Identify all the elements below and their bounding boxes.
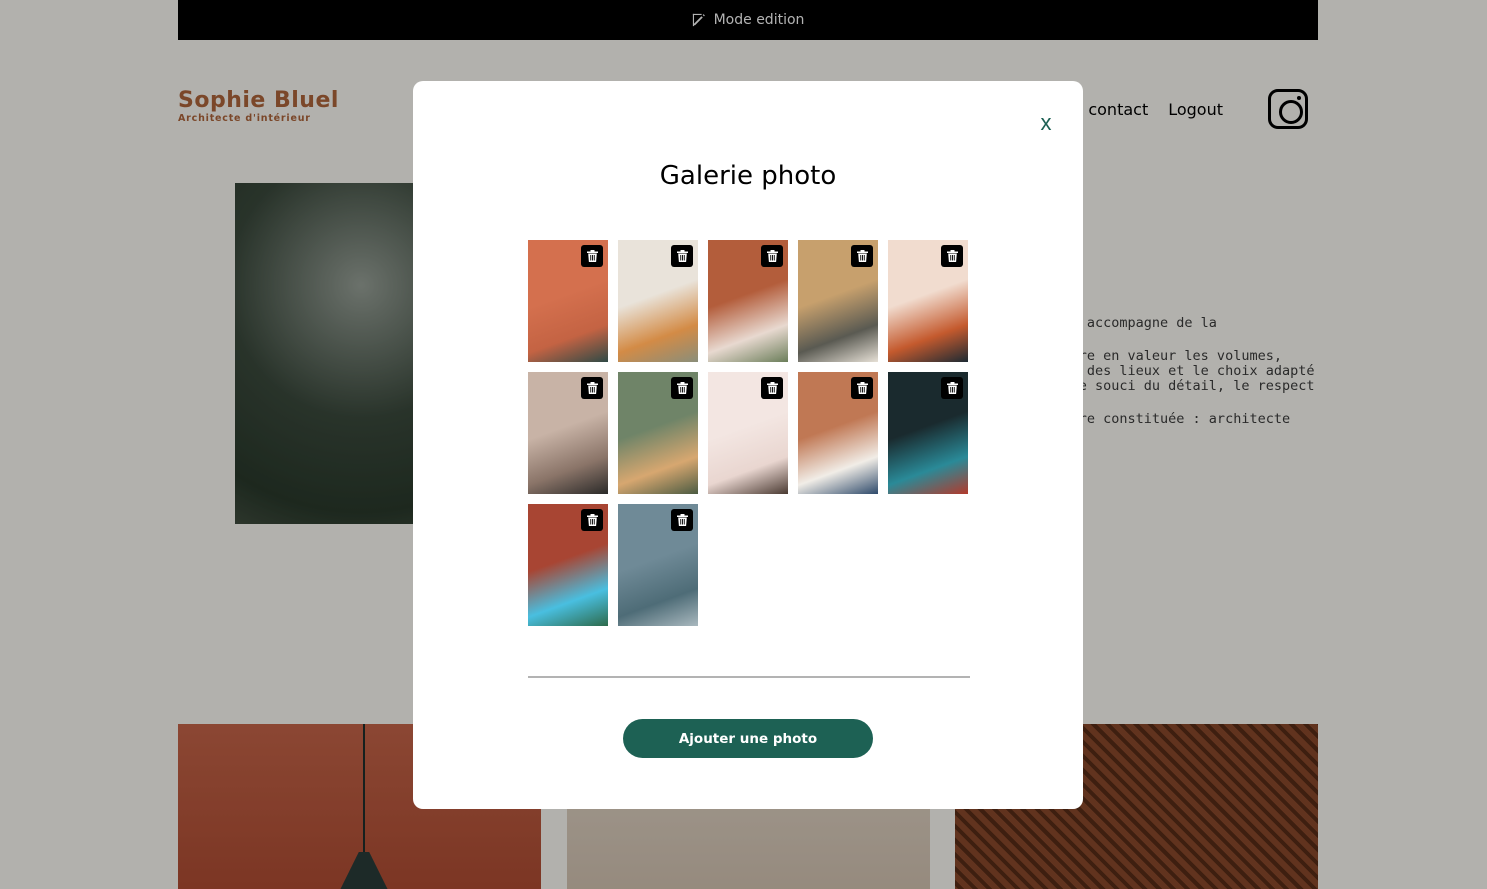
gallery-thumbnail xyxy=(618,504,698,626)
gallery-thumbnail xyxy=(798,372,878,494)
trash-icon[interactable] xyxy=(761,377,783,399)
divider xyxy=(528,676,970,678)
trash-icon[interactable] xyxy=(941,245,963,267)
gallery-thumbnail xyxy=(708,372,788,494)
trash-icon[interactable] xyxy=(581,509,603,531)
gallery-thumbnail xyxy=(618,372,698,494)
close-button[interactable]: x xyxy=(1034,110,1058,135)
trash-icon[interactable] xyxy=(671,509,693,531)
gallery-thumbnail xyxy=(528,504,608,626)
gallery-thumbnail xyxy=(798,240,878,362)
gallery-thumbnail xyxy=(528,240,608,362)
photo-gallery xyxy=(528,240,978,626)
gallery-thumbnail xyxy=(528,372,608,494)
gallery-thumbnail xyxy=(888,240,968,362)
gallery-thumbnail xyxy=(888,372,968,494)
trash-icon[interactable] xyxy=(671,245,693,267)
trash-icon[interactable] xyxy=(851,245,873,267)
trash-icon[interactable] xyxy=(671,377,693,399)
trash-icon[interactable] xyxy=(851,377,873,399)
trash-icon[interactable] xyxy=(581,377,603,399)
gallery-thumbnail xyxy=(618,240,698,362)
trash-icon[interactable] xyxy=(941,377,963,399)
modal-title: Galerie photo xyxy=(659,161,837,191)
trash-icon[interactable] xyxy=(761,245,783,267)
gallery-thumbnail xyxy=(708,240,788,362)
trash-icon[interactable] xyxy=(581,245,603,267)
add-photo-button[interactable]: Ajouter une photo xyxy=(623,719,873,758)
